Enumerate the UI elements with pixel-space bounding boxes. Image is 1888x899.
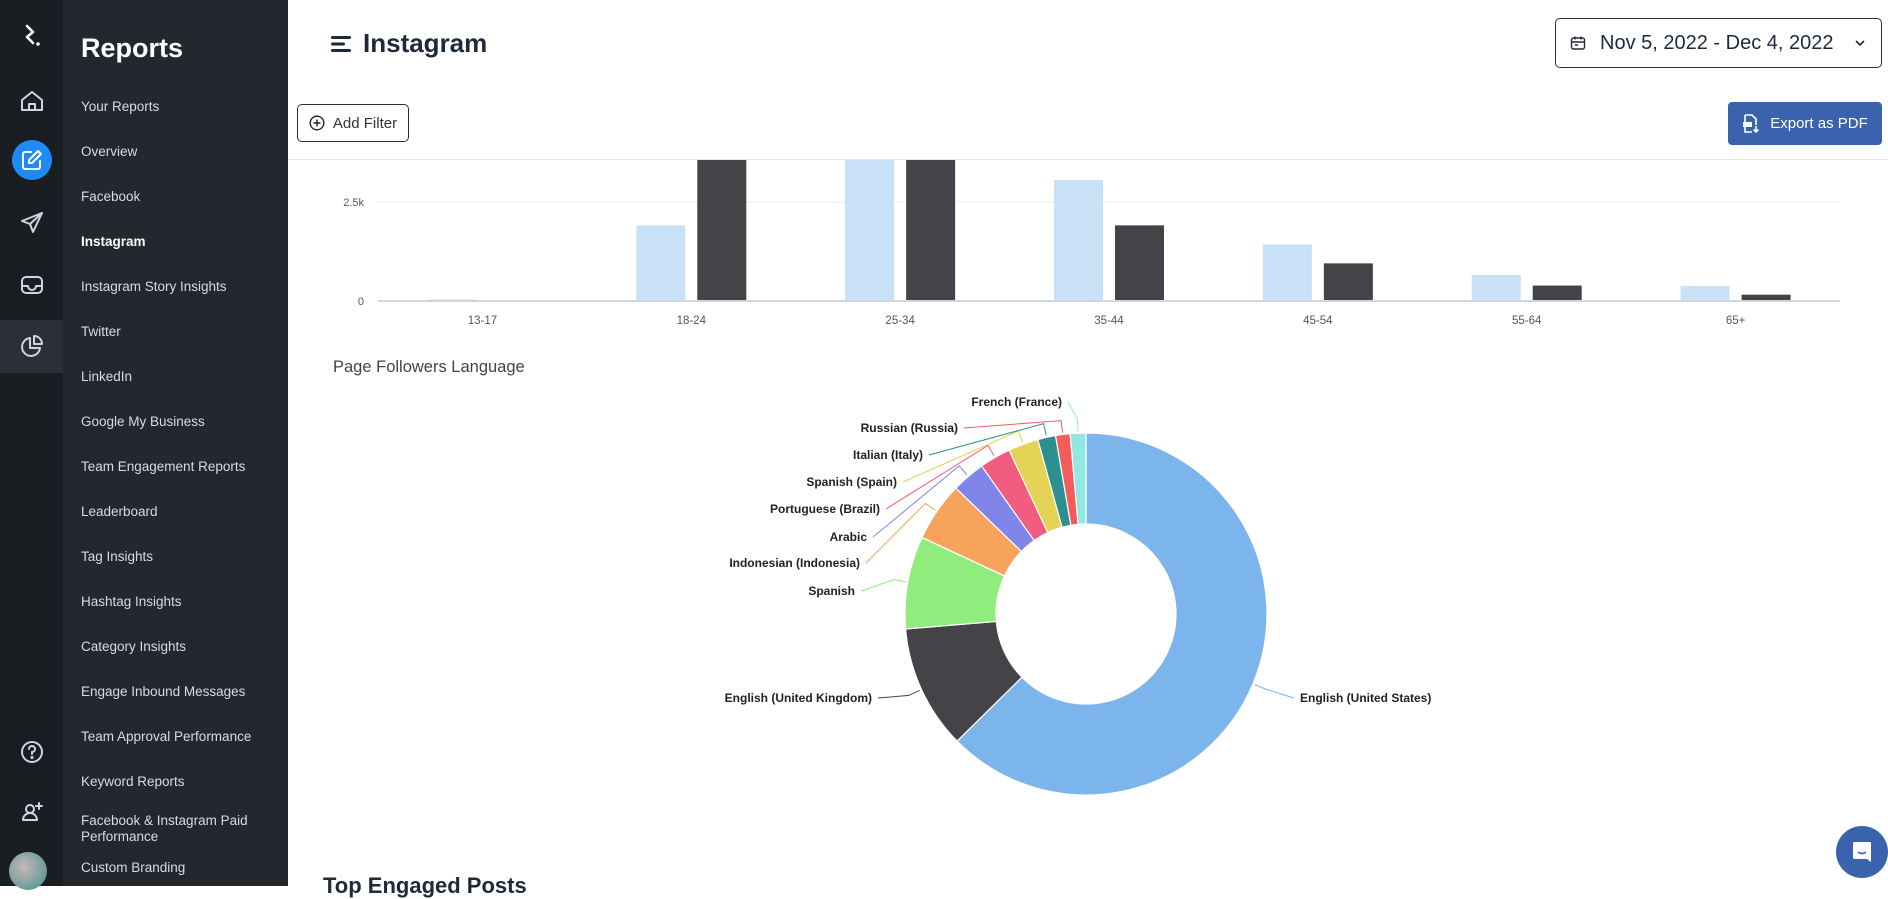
menu-icon[interactable] (331, 35, 351, 53)
sidebar-item[interactable]: Instagram (81, 234, 281, 250)
x-tick-label: 13-17 (468, 315, 497, 327)
page-title: Instagram (363, 28, 488, 58)
leader-line (1254, 684, 1295, 699)
sidebar-item[interactable]: Instagram Story Insights (81, 279, 281, 295)
bar-35-44-series-2 (1115, 225, 1164, 301)
sidebar-item[interactable]: Overview (81, 144, 281, 160)
sidebar-item[interactable]: Keyword Reports (81, 774, 281, 790)
add-user-icon[interactable] (0, 792, 63, 832)
slice-label: French (France) (971, 395, 1062, 409)
y-tick-label: 2.5k (343, 197, 364, 209)
slice-label: Italian (Italy) (853, 448, 923, 462)
chat-icon (1853, 842, 1871, 862)
pie-chart-title: Page Followers Language (333, 358, 525, 376)
date-range-picker[interactable]: Nov 5, 2022 - Dec 4, 2022 (1555, 18, 1882, 68)
plus-circle-icon (309, 115, 325, 131)
add-filter-button[interactable]: Add Filter (297, 104, 409, 142)
export-label: Export as PDF (1770, 115, 1868, 132)
sidebar-item[interactable]: Engage Inbound Messages (81, 684, 281, 700)
leader-line (963, 420, 1064, 433)
chevron-down-icon (1855, 40, 1865, 47)
sidebar-item[interactable]: Category Insights (81, 639, 281, 655)
sidebar-item[interactable]: Facebook (81, 189, 281, 205)
x-tick-label: 18-24 (677, 315, 707, 327)
add-filter-label: Add Filter (332, 114, 398, 132)
sidebar-item[interactable]: Facebook & Instagram Paid Performance (81, 813, 281, 845)
logo-icon[interactable] (0, 16, 63, 56)
reports-icon[interactable] (0, 326, 63, 366)
sidebar-item[interactable]: Your Reports (81, 99, 281, 115)
send-icon[interactable] (0, 203, 63, 243)
slice-label: Indonesian (Indonesia) (729, 556, 860, 570)
date-range-value: Nov 5, 2022 - Dec 4, 2022 (1600, 31, 1834, 54)
bar-45-54-series-1 (1262, 244, 1312, 301)
bar-18-24-series-1 (636, 225, 686, 301)
sidebar-item[interactable]: Hashtag Insights (81, 594, 281, 610)
slice-label: Arabic (830, 530, 868, 544)
file-download-icon (1743, 113, 1760, 133)
bar-55-64-series-2 (1532, 285, 1582, 301)
bar-18-24-series-2 (697, 160, 747, 301)
icon-rail (0, 0, 63, 890)
sidebar-title: Reports (81, 33, 184, 63)
bar-45-54-series-2 (1323, 263, 1373, 301)
inbox-icon[interactable] (0, 265, 63, 305)
x-tick-label: 55-64 (1512, 315, 1542, 327)
slice-label: Russian (Russia) (861, 421, 958, 435)
x-tick-label: 35-44 (1094, 315, 1124, 327)
sidebar-item[interactable]: Leaderboard (81, 504, 281, 520)
y-tick-label: 0 (358, 296, 364, 308)
sidebar-item[interactable]: Google My Business (81, 414, 281, 430)
slice-label: English (United Kingdom) (725, 691, 872, 705)
page-header: Instagram (331, 28, 487, 59)
avatar[interactable] (9, 852, 47, 890)
slice-label: Spanish (808, 584, 855, 598)
slice-label: Spanish (Spain) (806, 475, 897, 489)
language-donut-chart: English (United States) English (United K… (725, 395, 1431, 796)
sidebar-item[interactable]: LinkedIn (81, 369, 281, 385)
bar-35-44-series-1 (1054, 179, 1103, 301)
reports-sidebar: Reports Your Reports Overview Facebook Inst… (63, 0, 288, 886)
x-tick-label: 45-54 (1303, 315, 1333, 327)
bar-65+-series-1 (1680, 285, 1730, 301)
x-tick-label: 25-34 (885, 315, 915, 327)
leader-line (1067, 401, 1079, 432)
section-heading: Top Engaged Posts (323, 873, 527, 898)
sidebar-item[interactable]: Twitter (81, 324, 281, 340)
export-pdf-button[interactable]: Export as PDF (1728, 102, 1882, 145)
sidebar-item[interactable]: Team Approval Performance (81, 729, 281, 745)
home-icon[interactable] (0, 81, 63, 121)
sidebar-item[interactable]: Custom Branding (81, 860, 281, 876)
main-content: Instagram Nov 5, 2022 - Dec 4, 2022 Add … (288, 0, 1888, 898)
compose-icon[interactable] (0, 140, 63, 180)
sidebar-item[interactable]: Tag Insights (81, 549, 281, 565)
leader-line (877, 689, 920, 699)
slice-label: English (United States) (1300, 691, 1431, 705)
calendar-icon (1570, 36, 1586, 50)
bar-25-34-series-2 (906, 160, 956, 301)
bar-25-34-series-1 (845, 160, 895, 301)
sidebar-item[interactable]: Team Engagement Reports (81, 459, 281, 475)
slice-label: Portuguese (Brazil) (770, 502, 880, 516)
age-bar-chart: 0 2.5k 13-17 18-24 25-34 35-44 45-54 55-64 65+ (343, 160, 1840, 327)
chat-launcher-button[interactable] (1836, 826, 1888, 878)
help-icon[interactable] (0, 732, 63, 772)
x-tick-label: 65+ (1726, 315, 1746, 327)
leader-line (860, 579, 906, 592)
bar-55-64-series-1 (1471, 274, 1521, 301)
